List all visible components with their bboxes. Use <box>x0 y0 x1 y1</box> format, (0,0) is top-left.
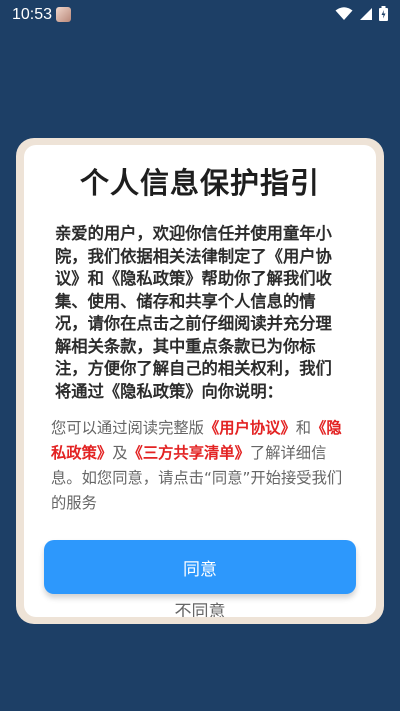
consent-prefix: 您可以通过阅读完整版 <box>51 419 204 437</box>
dialog-title: 个人信息保护指引 <box>79 166 320 200</box>
third-party-list-link[interactable]: 《三方共享清单》 <box>128 444 250 462</box>
status-bar: 10:53 <box>0 0 400 30</box>
status-time: 10:53 <box>12 6 53 23</box>
signal-icon <box>360 7 372 20</box>
consent-text: 您可以通过阅读完整版《用户协议》和《隐私政策》及《三方共享清单》了解详细信息。如… <box>51 416 351 516</box>
user-agreement-link[interactable]: 《用户协议》 <box>204 419 296 437</box>
intro-text: 亲爱的用户，欢迎你信任并使用童年小院，我们依据相关法律制定了《用户协议》和《隐私… <box>55 224 332 401</box>
consent-and: 和 <box>295 419 312 437</box>
privacy-guide-dialog: 个人信息保护指引 亲爱的用户，欢迎你信任并使用童年小院，我们依据相关法律制定了《… <box>24 145 376 617</box>
consent-and2: 及 <box>112 444 128 462</box>
wifi-icon <box>335 6 353 20</box>
disagree-button[interactable]: 不同意 <box>24 597 376 617</box>
status-icons <box>335 6 388 21</box>
battery-charging-icon <box>379 6 388 21</box>
agree-button[interactable]: 同意 <box>44 540 356 594</box>
avatar-icon <box>56 7 71 22</box>
